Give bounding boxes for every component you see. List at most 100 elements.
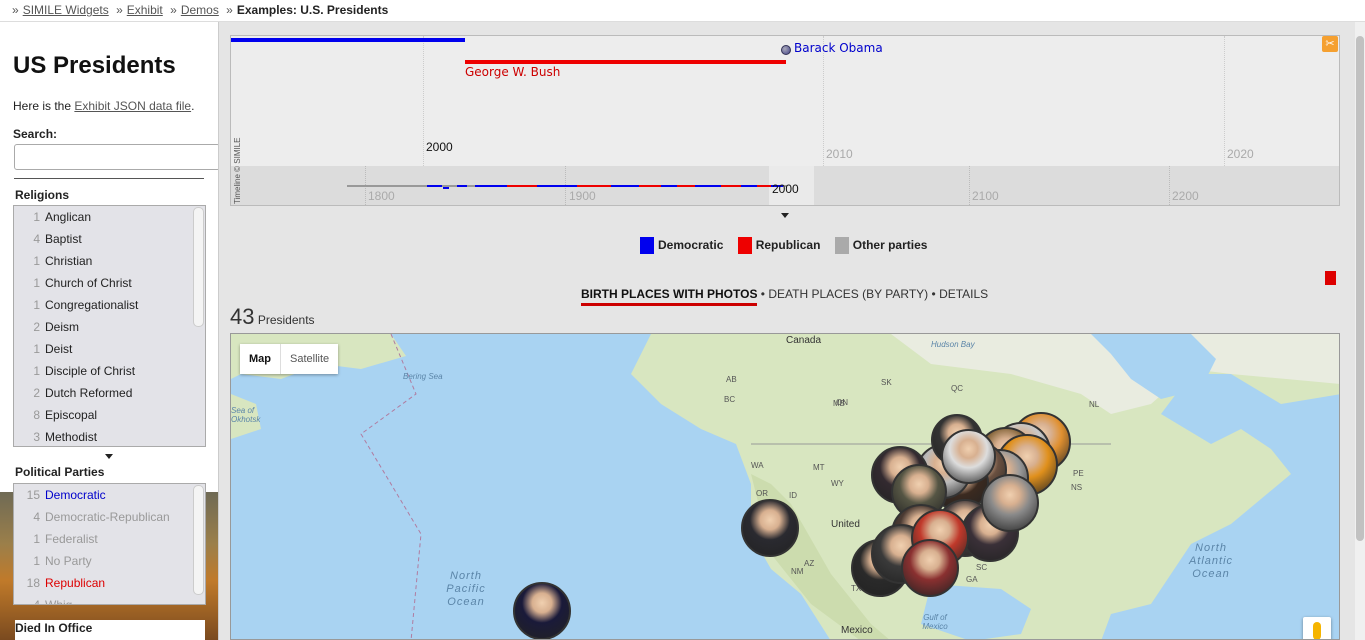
map-type-satellite-button[interactable]: Satellite [280,344,338,374]
party-facet-item[interactable]: 4 Whig [14,594,205,605]
religion-facet-item[interactable]: 1 Christian [14,250,205,272]
map-state-label: PE [1073,469,1084,478]
chevron-down-icon[interactable] [781,213,789,218]
facet-count: 4 [33,232,40,246]
bookmark-icon[interactable] [1325,271,1336,285]
religions-scrollbar[interactable] [193,207,204,327]
facet-label: Deist [45,342,73,356]
map-state-label: ID [789,491,797,500]
street-view-pegman-icon[interactable] [1303,617,1331,639]
timeline-tick-label: 2100 [972,189,999,203]
map-state-label: SK [881,378,892,387]
religion-facet-item[interactable]: 8 Episcopal [14,404,205,426]
religions-facet-list[interactable]: 1 Anglican 4 Baptist 1 Christian 1 Church of Ch… [13,205,206,447]
timeline-event-bar[interactable] [231,38,465,42]
timeline-event-label[interactable]: George W. Bush [465,65,560,79]
parties-scrollbar[interactable] [193,485,204,595]
map-label: Sea of Okhotsk [231,406,261,424]
divider [14,178,204,179]
religion-facet-item[interactable]: 1 Church of Christ [14,272,205,294]
scrollbar-thumb[interactable] [1356,36,1364,541]
timeline-tick-label: 2000 [426,140,453,154]
legend-swatch [737,237,752,254]
religion-facet-item[interactable]: 1 Deist [14,338,205,360]
timeline-tick-label: 2020 [1227,147,1254,161]
facet-label: Church of Christ [45,276,132,290]
map-type-map-button[interactable]: Map [240,344,280,374]
timeline-credit: Timeline © SIMILE [233,137,242,204]
map-label: Bering Sea [403,372,443,381]
facet-count: 4 [33,510,40,524]
map-state-label: NL [1089,400,1100,409]
scissors-icon[interactable]: ✂ [1322,36,1338,52]
search-input[interactable] [14,144,218,170]
president-photo-marker[interactable] [741,499,799,557]
party-legend: Democratic Republican Other parties [640,237,938,254]
map-state-label: SC [976,563,988,572]
religion-facet-item[interactable]: 1 Congregationalist [14,294,205,316]
party-facet-item[interactable]: 18 Republican [14,572,205,594]
religion-facet-item[interactable]: 2 Deism [14,316,205,338]
map-state-label: NS [1071,483,1083,492]
president-photo-marker[interactable] [981,474,1039,532]
facet-count: 1 [33,254,40,268]
view-selector: BIRTH PLACES WITH PHOTOS • DEATH PLACES … [581,287,988,306]
facet-count: 1 [33,342,40,356]
map-view[interactable]: Map Satellite Canada United Mexico Hudso… [230,333,1340,640]
religion-facet-item[interactable]: 4 Baptist [14,228,205,250]
party-facet-item[interactable]: 15 Democratic [14,484,205,506]
view-tab-details[interactable]: DETAILS [939,287,988,301]
legend-item: Republican [737,237,820,254]
map-state-label: GA [966,575,978,584]
facet-label: Congregationalist [45,298,139,312]
map-state-label: NM [791,567,804,576]
chevron-down-icon[interactable] [105,454,113,459]
map-state-label: WY [831,479,844,488]
timeline-event-dot[interactable] [781,45,791,55]
facet-count: 8 [33,408,40,422]
page-scrollbar[interactable] [1355,22,1365,640]
facet-count: 2 [33,320,40,334]
parties-facet-list[interactable]: 15 Democratic 4 Democratic-Republican 1 Feder… [13,483,206,605]
facet-label: Republican [45,576,106,590]
view-tab-birth-places[interactable]: BIRTH PLACES WITH PHOTOS [581,287,758,306]
president-photo-marker[interactable] [513,582,571,639]
religion-facet-item[interactable]: 1 Disciple of Christ [14,360,205,382]
religion-facet-item[interactable]: 1 Anglican [14,206,205,228]
timeline-tick-label: 1800 [368,189,395,203]
party-facet-item[interactable]: 4 Democratic-Republican [14,506,205,528]
timeline-upper-band[interactable]: Barack Obama George W. Bush 2000 2010 20… [231,36,1339,166]
map-state-label: ON [836,398,848,407]
timeline-tick-label: 1900 [569,189,596,203]
facet-count: 4 [33,598,40,605]
party-facet-item[interactable]: 1 No Party [14,550,205,572]
intro-text: Here is the Exhibit JSON data file. [13,99,195,113]
party-facet-item[interactable]: 1 Federalist [14,528,205,550]
facet-label: Anglican [45,210,92,224]
facet-label: Disciple of Christ [45,364,136,378]
breadcrumb-link-simile-widgets[interactable]: SIMILE Widgets [23,3,109,17]
breadcrumb-link-demos[interactable]: Demos [181,3,219,17]
facet-count: 3 [33,430,40,444]
timeline[interactable]: Barack Obama George W. Bush 2000 2010 20… [230,35,1340,206]
timeline-event-label[interactable]: Barack Obama [794,41,883,55]
map-ocean-label: North Pacific Ocean [446,570,486,608]
timeline-overview-band[interactable]: 1800 1900 2000 2100 2200 [231,166,1339,205]
view-tab-death-places[interactable]: DEATH PLACES (BY PARTY) [768,287,928,301]
religion-facet-item[interactable]: 3 Methodist [14,426,205,446]
map-type-control[interactable]: Map Satellite [240,344,339,374]
president-photo-marker[interactable] [941,429,996,484]
breadcrumb-link-exhibit[interactable]: Exhibit [127,3,163,17]
facet-count: 1 [33,298,40,312]
president-photo-marker[interactable] [901,539,959,597]
legend-swatch [834,237,849,254]
facet-count: 1 [33,554,40,568]
religion-facet-item[interactable]: 2 Dutch Reformed [14,382,205,404]
json-data-link[interactable]: Exhibit JSON data file [74,99,191,113]
timeline-event-bar[interactable] [465,60,786,64]
result-count: 43 Presidents [230,304,315,329]
facet-label: Baptist [45,232,82,246]
timeline-tick-label: 2200 [1172,189,1199,203]
facet-label: Democratic-Republican [45,510,170,524]
facet-count: 1 [33,276,40,290]
